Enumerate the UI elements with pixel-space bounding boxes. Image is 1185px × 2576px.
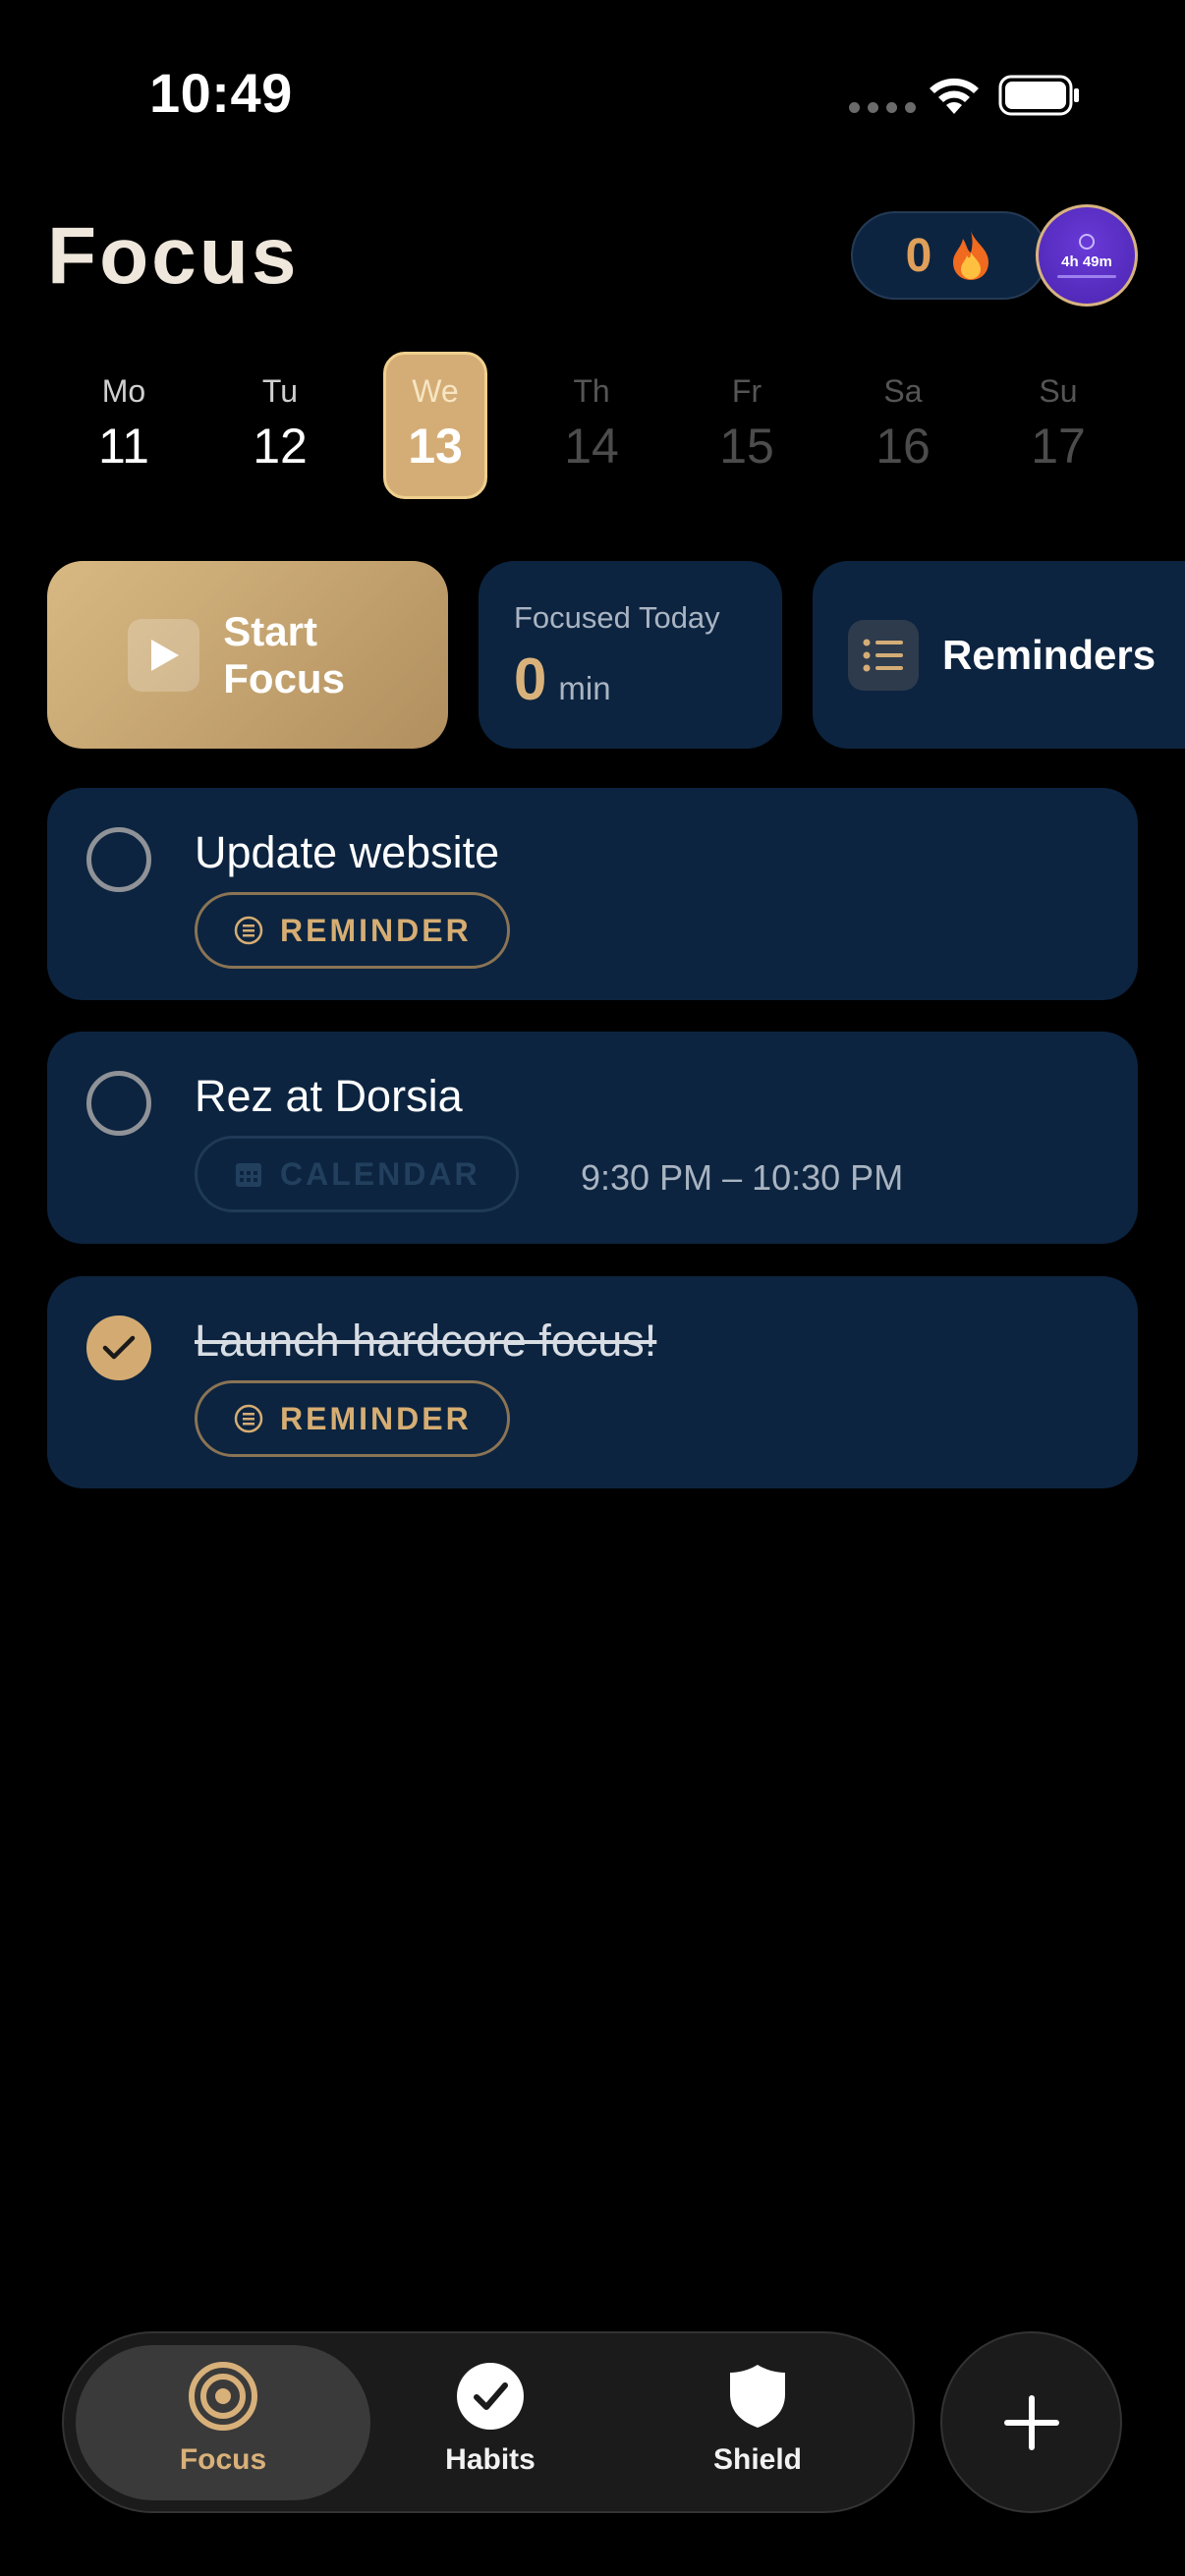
avatar[interactable]: 4h 49m [1036, 204, 1138, 307]
day-name: Su [1039, 373, 1078, 409]
avatar-badge-icon [1079, 233, 1095, 250]
reminder-list-icon [234, 1404, 263, 1433]
tab-bar: Focus Habits Shield [62, 2331, 915, 2513]
wifi-icon [930, 78, 979, 114]
tag-label: REMINDER [280, 912, 472, 948]
focused-today-unit: min [558, 670, 611, 706]
start-focus-label: Start Focus [223, 607, 345, 701]
status-time: 10:49 [149, 62, 293, 124]
reminders-label: Reminders [942, 631, 1157, 678]
day-we-selected[interactable]: We 13 [383, 352, 487, 499]
add-button[interactable] [940, 2331, 1122, 2513]
tag-label: CALENDAR [280, 1155, 480, 1192]
day-date: 11 [98, 419, 149, 474]
day-name: Th [573, 373, 610, 409]
reminder-list-icon [234, 916, 263, 945]
day-su[interactable]: Su 17 [1006, 352, 1110, 499]
reminder-tag: REMINDER [195, 892, 510, 969]
task-item-completed[interactable]: Launch hardcore focus! REMINDER [47, 1276, 1138, 1488]
task-checkbox[interactable] [86, 827, 151, 892]
day-fr[interactable]: Fr 15 [695, 352, 799, 499]
tab-label: Habits [445, 2443, 536, 2476]
task-checkbox-checked[interactable] [86, 1316, 151, 1380]
tab-habits[interactable]: Habits [377, 2361, 603, 2477]
task-title: Rez at Dorsia [195, 1071, 463, 1121]
day-date: 13 [408, 419, 463, 474]
focused-today-label: Focused Today [514, 600, 720, 635]
list-icon [848, 619, 919, 691]
day-name: Tu [261, 373, 299, 409]
reminder-tag: REMINDER [195, 1380, 510, 1457]
focused-today-value: 0 [514, 646, 547, 712]
tab-label: Focus [179, 2443, 267, 2476]
day-date: 16 [875, 419, 931, 474]
streak-badge[interactable]: 0 [851, 211, 1047, 300]
page-title: Focus [47, 211, 300, 301]
tab-focus[interactable]: Focus [110, 2361, 336, 2477]
day-date: 14 [564, 419, 619, 474]
day-name: Sa [883, 373, 923, 409]
fire-icon [953, 231, 989, 280]
task-title: Update website [195, 827, 500, 877]
target-icon [188, 2361, 258, 2432]
reminders-button[interactable]: Reminders [813, 561, 1185, 749]
tab-label: Shield [712, 2443, 802, 2476]
cellular-signal-icon [849, 102, 916, 113]
task-item[interactable]: Update website REMINDER [47, 788, 1138, 1000]
play-icon [128, 618, 200, 692]
streak-count: 0 [905, 229, 932, 282]
day-th[interactable]: Th 14 [539, 352, 644, 499]
task-checkbox[interactable] [86, 1071, 151, 1136]
day-date: 15 [719, 419, 774, 474]
tab-shield[interactable]: Shield [645, 2361, 871, 2477]
event-time: 9:30 PM – 10:30 PM [581, 1157, 904, 1198]
calendar-icon [236, 1163, 261, 1187]
battery-icon [998, 75, 1079, 116]
day-mo[interactable]: Mo 11 [72, 352, 176, 499]
day-name: Mo [101, 373, 146, 409]
shield-icon [722, 2361, 793, 2432]
plus-icon [1003, 2394, 1059, 2450]
calendar-tag: CALENDAR [195, 1136, 519, 1212]
day-date: 17 [1031, 419, 1086, 474]
avatar-text: 4h 49m [1061, 252, 1112, 270]
day-name: Fr [731, 373, 762, 409]
task-item[interactable]: Rez at Dorsia CALENDAR 9:30 PM – 10:30 P… [47, 1032, 1138, 1244]
focused-today-card: Focused Today 0 min [479, 561, 782, 749]
day-name: We [412, 373, 459, 409]
start-focus-button[interactable]: Start Focus [47, 561, 448, 749]
task-title: Launch hardcore focus! [195, 1316, 657, 1366]
day-sa[interactable]: Sa 16 [851, 352, 955, 499]
checkmark-icon [102, 1335, 136, 1360]
avatar-progress-line [1057, 274, 1116, 278]
day-date: 12 [253, 419, 308, 474]
day-tu[interactable]: Tu 12 [228, 352, 332, 499]
checkmark-circle-icon [455, 2361, 526, 2432]
tag-label: REMINDER [280, 1400, 472, 1436]
